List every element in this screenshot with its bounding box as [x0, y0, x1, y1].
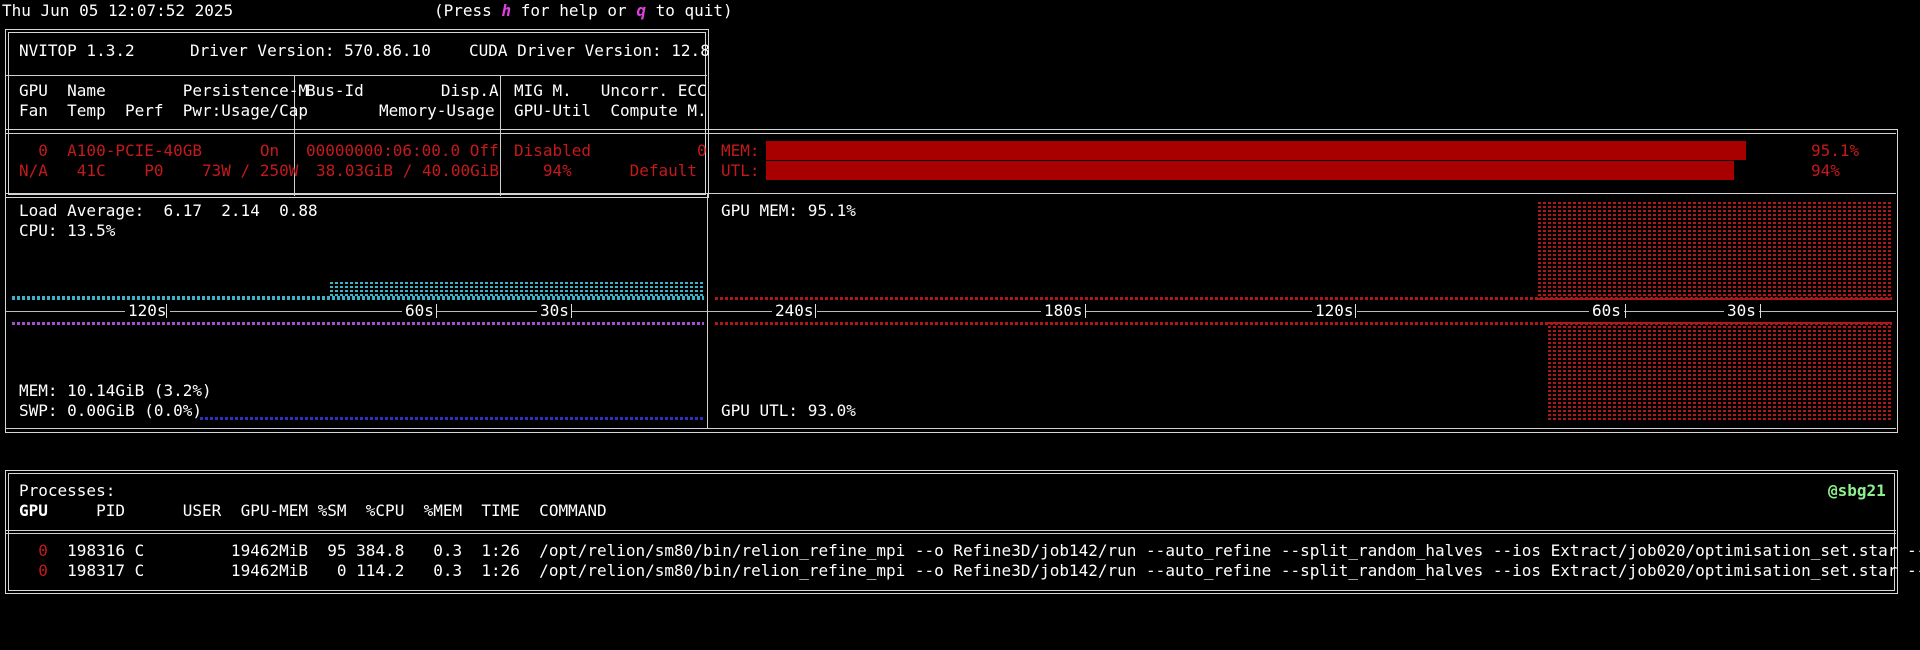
bus-header-line2: Memory-Usage	[379, 101, 495, 120]
cuda-version: CUDA Driver Version: 12.8	[469, 41, 710, 60]
history-axis-right	[708, 311, 1896, 312]
divider	[6, 133, 1896, 134]
host-axis-label-30s: 30s	[537, 302, 572, 320]
cpu-usage: CPU: 13.5%	[19, 221, 116, 240]
gpu-mem-history-label: GPU MEM: 95.1%	[721, 201, 856, 220]
process-gpu-index: 0	[19, 541, 48, 560]
load-average: Load Average: 6.17 2.14 0.88	[19, 201, 318, 220]
user-host: @sbg21	[1828, 481, 1886, 500]
help-mid: for help or	[511, 1, 637, 20]
bus-header-line1: Bus-Id Disp.A	[306, 81, 499, 100]
gpu-axis-label-180s: 180s	[1041, 302, 1086, 320]
cpu-history-graph	[12, 296, 704, 300]
utl-bar-label: UTL:	[721, 161, 760, 180]
divider	[6, 75, 707, 76]
gpu-row-line1[interactable]: 0 A100-PCIE-40GB On	[19, 141, 279, 161]
axis-tick	[1355, 304, 1356, 318]
axis-tick	[1085, 304, 1086, 318]
axis-tick	[815, 304, 816, 318]
gpu-axis-label-240s: 240s	[772, 302, 817, 320]
gpu-axis-label-120s: 120s	[1312, 302, 1357, 320]
processes-title: Processes:	[19, 481, 116, 500]
mem-usage-bar	[766, 141, 1746, 160]
process-details: 198316 C 19462MiB 95 384.8 0.3 1:26 /opt…	[47, 541, 1920, 560]
host-memory: MEM: 10.14GiB (3.2%)	[19, 381, 212, 400]
axis-tick	[166, 304, 167, 318]
divider	[6, 530, 1896, 531]
gpu-header-line1: GPU Name Persistence-M	[19, 81, 308, 100]
axis-tick	[571, 304, 572, 318]
gpu-axis-label-30s: 30s	[1724, 302, 1759, 320]
axis-tick	[436, 304, 437, 318]
gpu-util-value: 94% Default	[514, 161, 698, 180]
mem-bar-label: MEM:	[721, 141, 760, 160]
bus-id-value: 00000000:06:00.0 Off	[306, 141, 499, 160]
gpu-utl-history-graph	[1548, 322, 1892, 420]
process-table-header: GPU PID USER GPU-MEM %SM %CPU %MEM TIME …	[19, 501, 607, 521]
divider	[6, 193, 1896, 194]
gpu-header-line2: Fan Temp Perf Pwr:Usage/Cap	[19, 101, 308, 120]
history-axis-left	[6, 311, 707, 312]
axis-tick	[1760, 304, 1761, 318]
nvitop-version: NVITOP 1.3.2	[19, 41, 135, 60]
gpu-utl-history-label: GPU UTL: 93.0%	[721, 401, 856, 420]
help-suffix: to quit)	[645, 1, 733, 20]
mig-value: Disabled 0	[514, 141, 707, 160]
help-prefix: (Press	[434, 1, 502, 20]
memory-history-graph	[12, 322, 704, 325]
cpu-history-graph-recent	[330, 282, 704, 296]
memory-usage-value: 38.03GiB / 40.00GiB	[316, 161, 500, 180]
utl-bar-percent: 94%	[1811, 161, 1840, 180]
utl-usage-bar	[766, 161, 1734, 180]
mig-header-line2: GPU-Util Compute M.	[514, 101, 707, 120]
process-details: 198317 C 19462MiB 0 114.2 0.3 1:26 /opt/…	[47, 561, 1920, 580]
help-key[interactable]: h	[501, 1, 511, 20]
divider	[6, 428, 1896, 429]
axis-tick	[1625, 304, 1626, 318]
host-axis-label-60s: 60s	[402, 302, 437, 320]
process-row[interactable]: 0 198317 C 19462MiB 0 114.2 0.3 1:26 /op…	[19, 561, 1920, 581]
gpu-mem-history-graph	[1538, 201, 1892, 300]
process-gpu-index: 0	[19, 561, 48, 580]
mig-header-line1: MIG M. Uncorr. ECC	[514, 81, 707, 100]
driver-version: Driver Version: 570.86.10	[190, 41, 431, 60]
gpu-axis-label-60s: 60s	[1589, 302, 1624, 320]
gpu-row-line2[interactable]: N/A 41C P0 73W / 250W	[19, 161, 298, 181]
header-columns: PID USER GPU-MEM %SM %CPU %MEM TIME COMM…	[47, 501, 607, 520]
process-row[interactable]: 0 198316 C 19462MiB 95 384.8 0.3 1:26 /o…	[19, 541, 1920, 561]
host-axis-label-120s: 120s	[125, 302, 170, 320]
divider	[6, 533, 1896, 534]
swap-history-graph	[200, 417, 704, 420]
datetime: Thu Jun 05 12:07:52 2025	[2, 1, 234, 20]
swap-usage: SWP: 0.00GiB (0.0%)	[19, 401, 203, 420]
help-hint: (Press h for help or q to quit)	[434, 1, 733, 21]
header-gpu: GPU	[19, 501, 48, 520]
mem-bar-percent: 95.1%	[1811, 141, 1860, 160]
quit-key[interactable]: q	[636, 1, 646, 20]
